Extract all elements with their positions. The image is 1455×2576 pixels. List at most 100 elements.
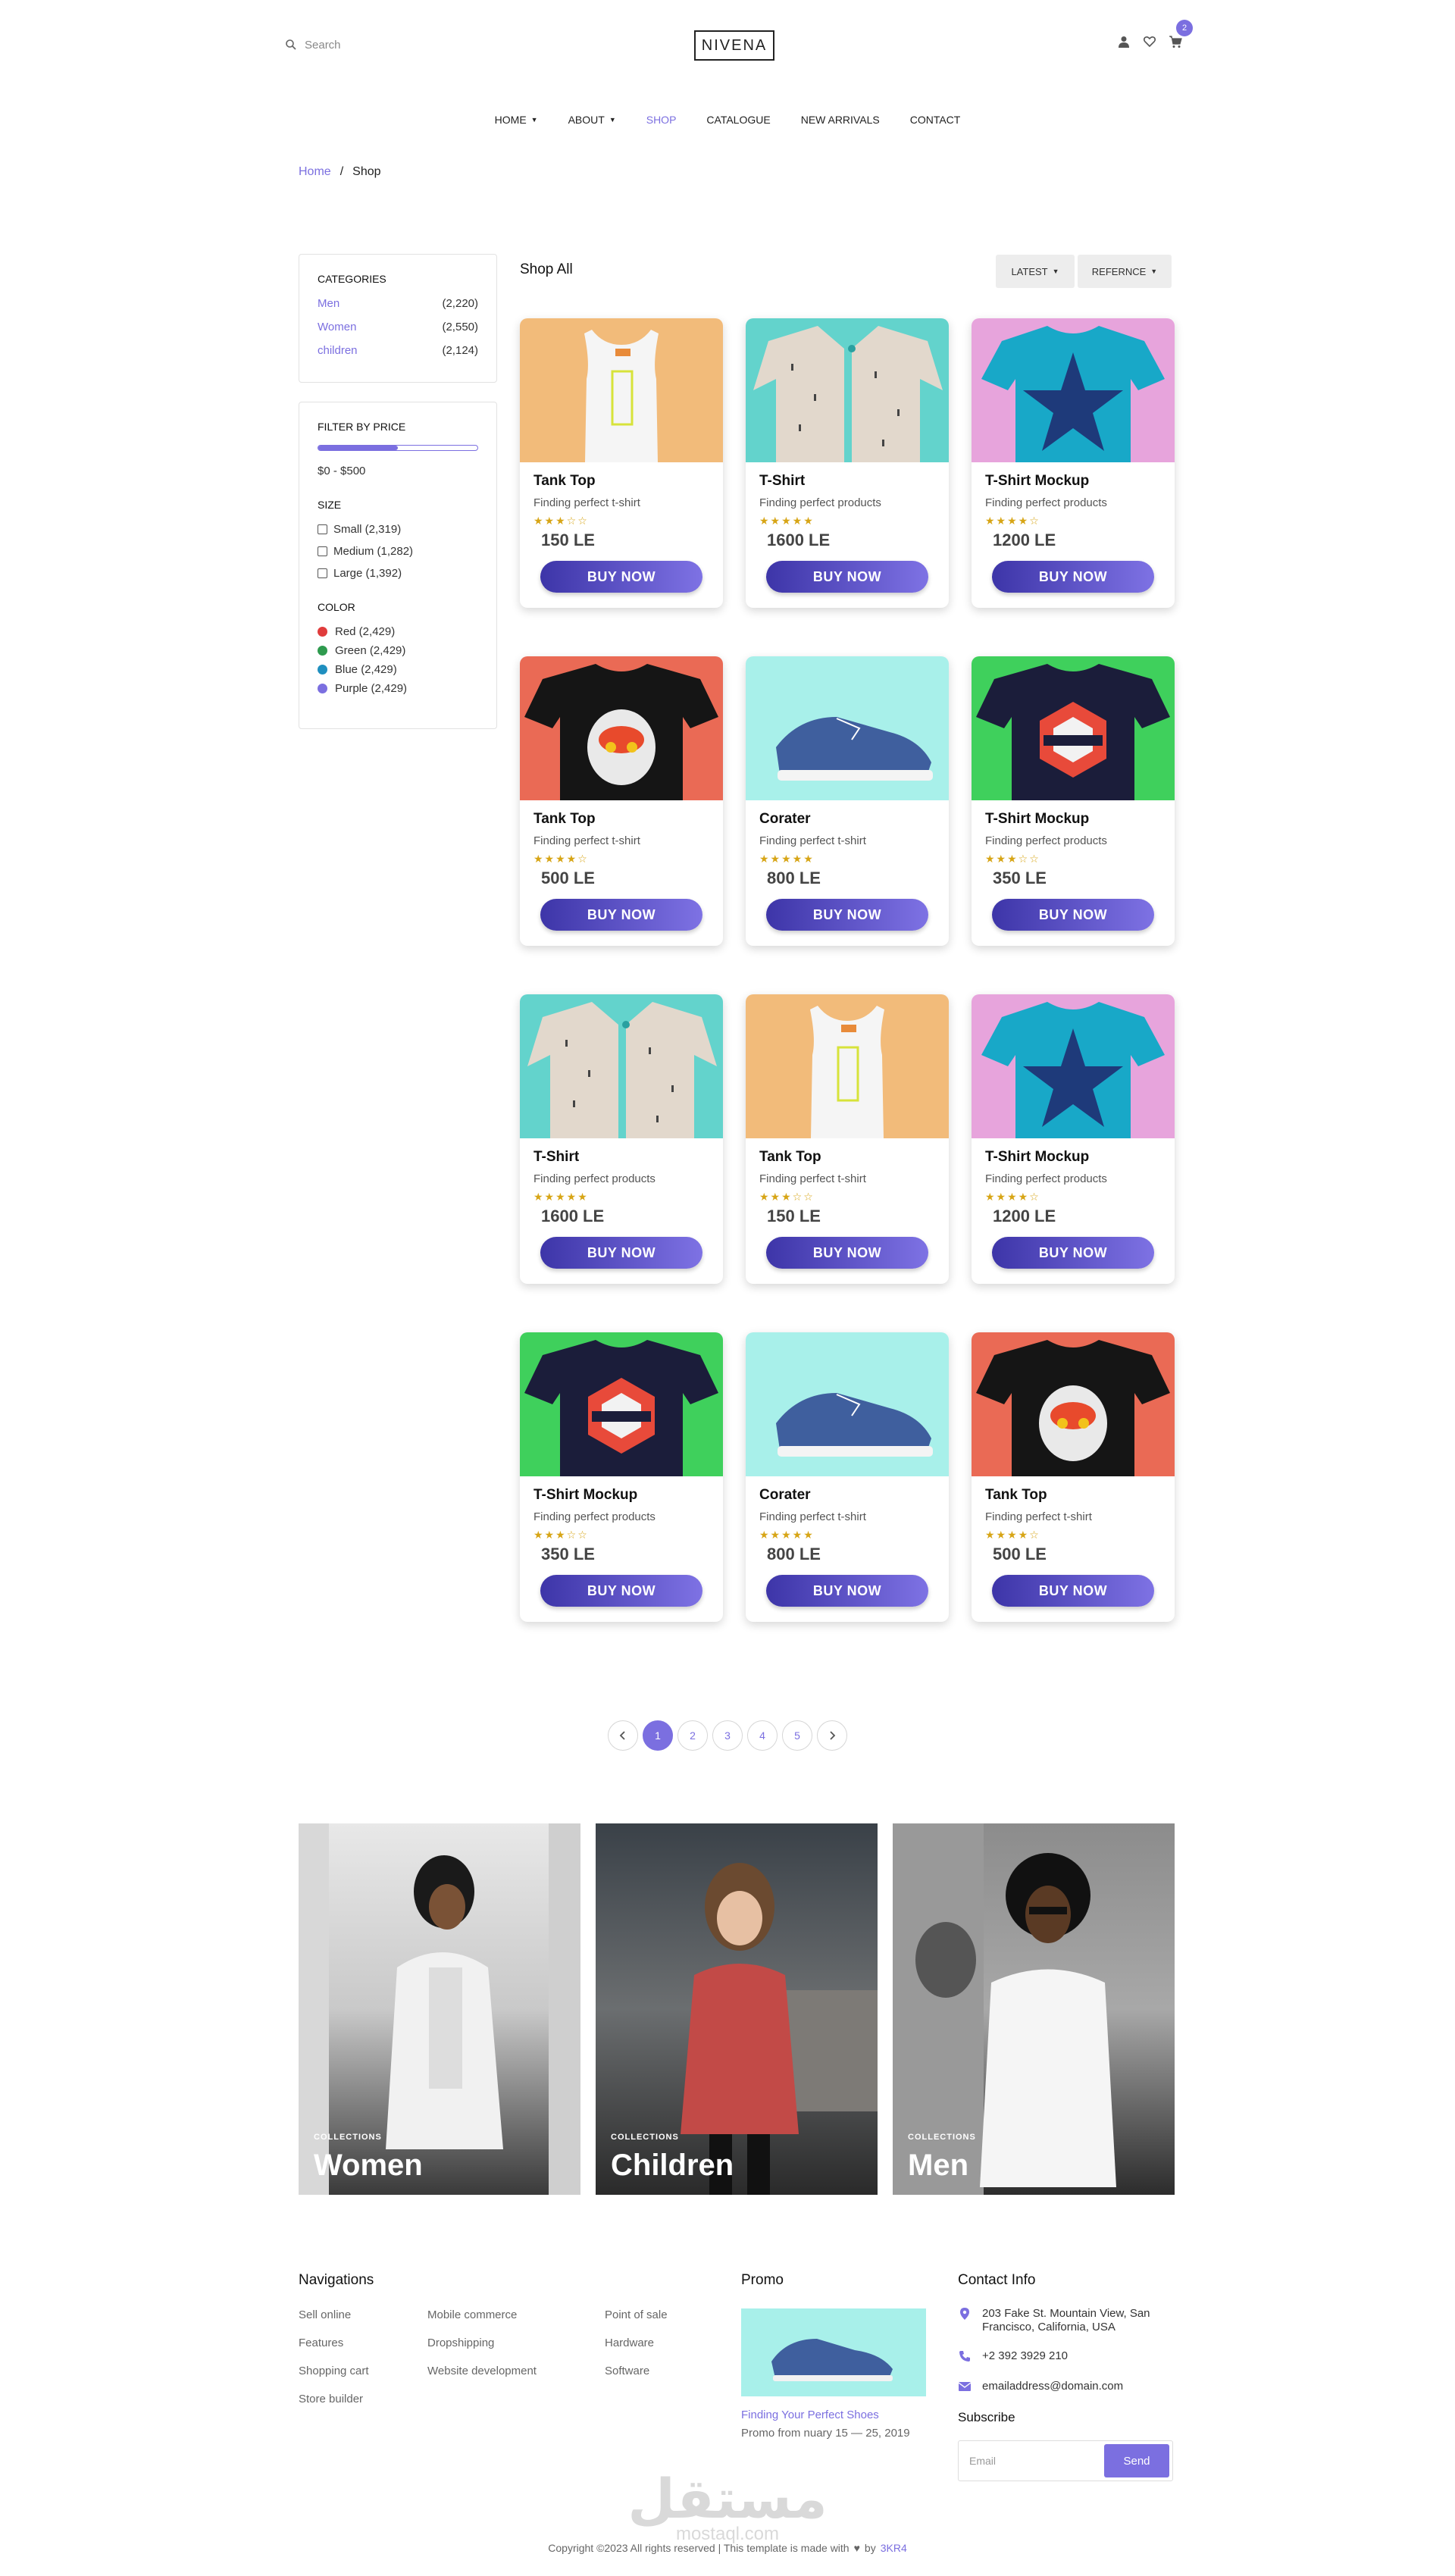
category-women[interactable]: Women (2,550) <box>318 321 478 333</box>
product-title[interactable]: Corater <box>759 811 935 828</box>
buy-now-button[interactable]: BUY NOW <box>766 561 928 593</box>
category-name[interactable]: children <box>318 344 358 357</box>
collection-children[interactable]: COLLECTIONS Children <box>596 1823 878 2195</box>
breadcrumb-home-link[interactable]: Home <box>299 165 331 179</box>
sort-reference-button[interactable]: REFERNCE ▼ <box>1078 255 1172 288</box>
nav-item-home[interactable]: HOME ▼ <box>495 114 538 126</box>
page-button-5[interactable]: 5 <box>782 1720 812 1751</box>
category-children[interactable]: children (2,124) <box>318 344 478 357</box>
product-image[interactable] <box>520 656 723 800</box>
product-card[interactable]: T-Shirt Mockup Finding perfect products ★★… <box>972 994 1175 1284</box>
product-title[interactable]: T-Shirt <box>759 473 935 490</box>
search-input[interactable]: Search <box>305 39 341 52</box>
product-title[interactable]: T-Shirt Mockup <box>985 473 1161 490</box>
size-option-large[interactable]: Large (1,392) <box>318 567 478 580</box>
buy-now-button[interactable]: BUY NOW <box>766 1237 928 1269</box>
product-card[interactable]: Tank Top Finding perfect t-shirt ★★★★☆ 500 … <box>972 1332 1175 1622</box>
footer-link[interactable]: Website development <box>427 2365 537 2377</box>
collection-women[interactable]: COLLECTIONS Women <box>299 1823 580 2195</box>
product-image[interactable] <box>520 318 723 462</box>
next-page-button[interactable] <box>817 1720 847 1751</box>
footer-link[interactable]: Features <box>299 2337 369 2349</box>
size-option-small[interactable]: Small (2,319) <box>318 523 478 536</box>
product-image[interactable] <box>746 318 949 462</box>
product-card[interactable]: Corater Finding perfect t-shirt ★★★★★ 800 L… <box>746 1332 949 1622</box>
product-image[interactable] <box>746 656 949 800</box>
color-option-red[interactable]: Red (2,429) <box>318 625 478 638</box>
buy-now-button[interactable]: BUY NOW <box>766 1575 928 1607</box>
product-image[interactable] <box>520 994 723 1138</box>
product-card[interactable]: T-Shirt Finding perfect products ★★★★★ 1600… <box>746 318 949 608</box>
email-text[interactable]: emailaddress@domain.com <box>982 2380 1123 2393</box>
user-icon[interactable] <box>1117 35 1131 49</box>
footer-link[interactable]: Mobile commerce <box>427 2308 537 2321</box>
product-image[interactable] <box>972 318 1175 462</box>
buy-now-button[interactable]: BUY NOW <box>992 1237 1154 1269</box>
buy-now-button[interactable]: BUY NOW <box>540 1575 702 1607</box>
author-link[interactable]: 3KR4 <box>881 2542 907 2554</box>
product-title[interactable]: T-Shirt Mockup <box>534 1487 709 1504</box>
collection-men[interactable]: COLLECTIONS Men <box>893 1823 1175 2195</box>
product-card[interactable]: Tank Top Finding perfect t-shirt ★★★★☆ 500 … <box>520 656 723 946</box>
product-title[interactable]: Tank Top <box>534 811 709 828</box>
prev-page-button[interactable] <box>608 1720 638 1751</box>
product-image[interactable] <box>746 994 949 1138</box>
search-bar[interactable]: Search <box>285 33 341 56</box>
product-card[interactable]: Tank Top Finding perfect t-shirt ★★★☆☆ 150 … <box>520 318 723 608</box>
footer-link[interactable]: Hardware <box>605 2337 668 2349</box>
product-image[interactable] <box>972 994 1175 1138</box>
product-card[interactable]: T-Shirt Mockup Finding perfect products ★★… <box>972 318 1175 608</box>
heart-icon[interactable] <box>1143 35 1156 49</box>
buy-now-button[interactable]: BUY NOW <box>540 899 702 931</box>
page-button-1[interactable]: 1 <box>643 1720 673 1751</box>
product-card[interactable]: Tank Top Finding perfect t-shirt ★★★☆☆ 150 … <box>746 994 949 1284</box>
product-image[interactable] <box>746 1332 949 1476</box>
product-card[interactable]: T-Shirt Finding perfect products ★★★★★ 1600… <box>520 994 723 1284</box>
product-image[interactable] <box>520 1332 723 1476</box>
page-button-3[interactable]: 3 <box>712 1720 743 1751</box>
buy-now-button[interactable]: BUY NOW <box>540 1237 702 1269</box>
product-title[interactable]: Corater <box>759 1487 935 1504</box>
product-title[interactable]: T-Shirt <box>534 1149 709 1166</box>
subscribe-email-input[interactable]: Email <box>962 2455 1104 2467</box>
product-card[interactable]: Corater Finding perfect t-shirt ★★★★★ 800 L… <box>746 656 949 946</box>
buy-now-button[interactable]: BUY NOW <box>992 899 1154 931</box>
footer-link[interactable]: Dropshipping <box>427 2337 537 2349</box>
site-logo[interactable]: NIVENA <box>694 30 774 61</box>
size-checkbox[interactable] <box>318 568 327 578</box>
sort-latest-button[interactable]: LATEST ▼ <box>996 255 1075 288</box>
color-option-blue[interactable]: Blue (2,429) <box>318 663 478 676</box>
footer-link[interactable]: Shopping cart <box>299 2365 369 2377</box>
category-men[interactable]: Men (2,220) <box>318 297 478 310</box>
size-checkbox[interactable] <box>318 546 327 556</box>
price-slider-fill[interactable] <box>318 446 398 450</box>
footer-link[interactable]: Store builder <box>299 2393 369 2405</box>
category-name[interactable]: Women <box>318 321 356 333</box>
promo-image[interactable] <box>741 2308 926 2396</box>
nav-item-about[interactable]: ABOUT ▼ <box>568 114 616 126</box>
nav-item-contact[interactable]: CONTACT <box>910 114 961 126</box>
product-image[interactable] <box>972 656 1175 800</box>
promo-link[interactable]: Finding Your Perfect Shoes <box>741 2409 879 2421</box>
cart-icon[interactable]: 2 <box>1169 20 1193 49</box>
phone-text[interactable]: +2 392 3929 210 <box>982 2349 1068 2363</box>
footer-link[interactable]: Point of sale <box>605 2308 668 2321</box>
size-option-medium[interactable]: Medium (1,282) <box>318 545 478 558</box>
buy-now-button[interactable]: BUY NOW <box>540 561 702 593</box>
footer-link[interactable]: Software <box>605 2365 668 2377</box>
page-button-2[interactable]: 2 <box>677 1720 708 1751</box>
product-title[interactable]: Tank Top <box>759 1149 935 1166</box>
color-option-green[interactable]: Green (2,429) <box>318 644 478 657</box>
category-name[interactable]: Men <box>318 297 340 310</box>
page-button-4[interactable]: 4 <box>747 1720 778 1751</box>
nav-item-catalogue[interactable]: CATALOGUE <box>706 114 770 126</box>
size-checkbox[interactable] <box>318 524 327 534</box>
footer-link[interactable]: Sell online <box>299 2308 369 2321</box>
product-image[interactable] <box>972 1332 1175 1476</box>
product-title[interactable]: T-Shirt Mockup <box>985 811 1161 828</box>
product-title[interactable]: Tank Top <box>985 1487 1161 1504</box>
product-title[interactable]: T-Shirt Mockup <box>985 1149 1161 1166</box>
product-title[interactable]: Tank Top <box>534 473 709 490</box>
nav-item-shop[interactable]: SHOP <box>646 114 677 126</box>
nav-item-new-arrivals[interactable]: NEW ARRIVALS <box>801 114 880 126</box>
